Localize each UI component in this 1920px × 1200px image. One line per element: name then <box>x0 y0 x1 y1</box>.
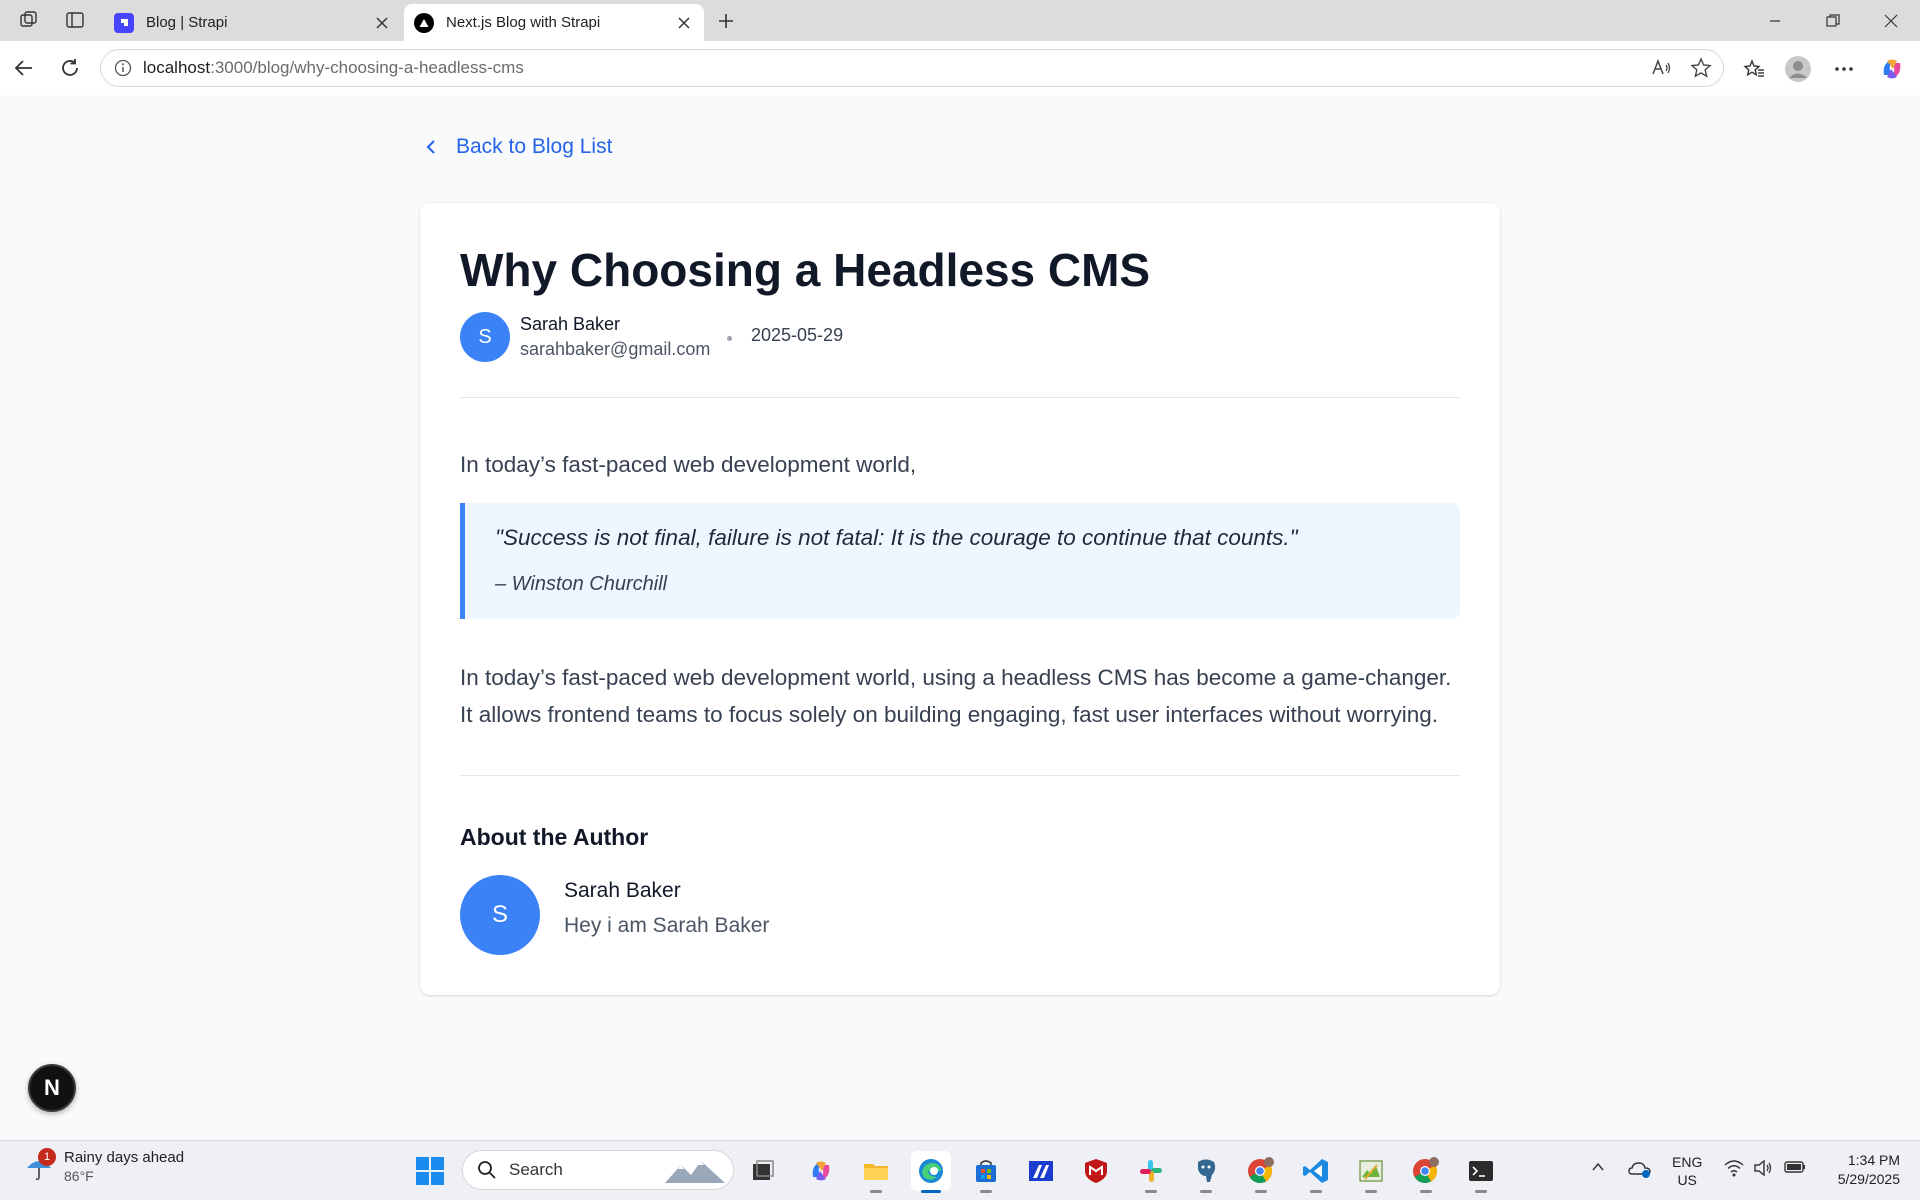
intro-paragraph: In today’s fast-paced web development wo… <box>460 452 917 477</box>
author-name: Sarah Baker <box>520 314 621 334</box>
nextjs-dev-indicator[interactable]: N <box>28 1064 76 1112</box>
quote-author: – Winston Churchill <box>495 573 668 595</box>
vertical-tabs-icon[interactable] <box>60 7 90 33</box>
volume-icon[interactable] <box>1753 1159 1773 1177</box>
app-icon-blue[interactable] <box>1021 1151 1061 1191</box>
onedrive-icon[interactable] <box>1628 1159 1652 1179</box>
body-paragraph: In today’s fast-paced web development wo… <box>460 665 1452 727</box>
favorites-icon[interactable] <box>1738 53 1770 85</box>
reload-icon[interactable] <box>54 52 86 84</box>
mcafee-icon[interactable] <box>1076 1151 1116 1191</box>
restore-button[interactable] <box>1810 0 1856 41</box>
input-language-indicator[interactable]: ENG US <box>1672 1153 1702 1189</box>
blockquote: "Success is not final, failure is not fa… <box>460 503 1460 619</box>
about-divider <box>460 775 1460 776</box>
search-icon <box>478 1161 496 1179</box>
task-view-icon[interactable] <box>743 1151 783 1191</box>
weather-temp: 86°F <box>64 1168 94 1184</box>
system-clock[interactable]: 1:34 PM 5/29/2025 <box>1820 1151 1900 1189</box>
close-window-button[interactable] <box>1868 0 1914 41</box>
about-author-avatar: S <box>460 875 540 955</box>
blog-page: Back to Blog List Why Choosing a Headles… <box>4 95 1916 1135</box>
post-date: 2025-05-29 <box>751 325 844 345</box>
back-link-label: Back to Blog List <box>456 135 613 158</box>
battery-icon[interactable] <box>1784 1159 1806 1175</box>
profile-avatar-icon[interactable] <box>1782 53 1814 85</box>
about-author-heading: About the Author <box>460 824 649 850</box>
lang-line2: US <box>1677 1172 1697 1188</box>
site-info-icon[interactable] <box>113 58 133 78</box>
workspaces-icon[interactable] <box>14 7 44 33</box>
back-to-blog-link[interactable]: Back to Blog List <box>426 135 612 159</box>
more-options-icon[interactable] <box>1828 53 1860 85</box>
nextjs-icon <box>414 12 434 33</box>
running-indicator <box>1420 1190 1432 1193</box>
mountains-icon <box>665 1161 725 1183</box>
copilot-app-icon[interactable] <box>801 1151 841 1191</box>
running-indicator <box>1365 1190 1377 1193</box>
about-author-name: Sarah Baker <box>564 879 681 902</box>
app-icon-green[interactable] <box>1351 1151 1391 1193</box>
strapi-icon <box>114 12 134 33</box>
about-author-bio: Hey i am Sarah Baker <box>564 914 770 937</box>
tab-title: Next.js Blog with Strapi <box>446 14 601 31</box>
running-indicator <box>921 1190 941 1193</box>
browser-tab-bar: Blog | Strapi Next.js Blog with Strapi <box>0 0 1920 41</box>
close-tab-icon[interactable] <box>372 13 392 33</box>
weather-widget[interactable]: 1 Rainy days ahead 86°F <box>24 1147 185 1184</box>
url-path: :3000/blog/why-choosing-a-headless-cms <box>210 58 524 77</box>
windows-start-icon[interactable] <box>414 1155 446 1187</box>
meta-divider <box>460 397 1460 398</box>
browser-toolbar: localhost:3000/blog/why-choosing-a-headl… <box>0 41 1920 95</box>
taskbar-search[interactable]: Search <box>462 1150 734 1190</box>
slack-icon[interactable] <box>1131 1151 1171 1193</box>
tab-title: Blog | Strapi <box>146 14 228 31</box>
tab-blog-strapi[interactable]: Blog | Strapi <box>104 4 402 41</box>
quote-text: "Success is not final, failure is not fa… <box>495 525 1298 550</box>
postgresql-icon[interactable] <box>1186 1151 1226 1193</box>
running-indicator <box>980 1190 992 1193</box>
url-host: localhost <box>143 58 211 77</box>
article-card: Why Choosing a Headless CMS S Sarah Bake… <box>420 203 1500 995</box>
lang-line1: ENG <box>1672 1154 1703 1170</box>
running-indicator <box>1255 1190 1267 1193</box>
chrome-icon[interactable] <box>1241 1151 1281 1193</box>
wifi-icon[interactable] <box>1724 1159 1744 1177</box>
author-email: sarahbaker@gmail.com <box>520 339 711 359</box>
chrome-profile-icon[interactable] <box>1406 1151 1446 1193</box>
new-tab-button[interactable] <box>711 6 741 36</box>
read-aloud-icon[interactable] <box>1646 53 1676 83</box>
close-tab-icon[interactable] <box>674 13 694 33</box>
running-indicator <box>1475 1190 1487 1193</box>
microsoft-store-icon[interactable] <box>966 1151 1006 1193</box>
clock-time: 1:34 PM <box>1847 1152 1900 1168</box>
running-indicator <box>1145 1190 1157 1193</box>
running-indicator <box>1200 1190 1212 1193</box>
running-indicator <box>1310 1190 1322 1193</box>
weather-badge: 1 <box>38 1147 56 1166</box>
chevron-left-icon <box>426 137 440 157</box>
meta-separator-dot <box>727 336 732 341</box>
tab-nextjs-blog[interactable]: Next.js Blog with Strapi <box>404 4 704 41</box>
post-title: Why Choosing a Headless CMS <box>460 244 1151 296</box>
edge-browser-icon[interactable] <box>911 1151 951 1193</box>
back-arrow-icon[interactable] <box>8 52 40 84</box>
clock-date: 5/29/2025 <box>1837 1171 1900 1187</box>
show-hidden-icons-chevron-icon[interactable] <box>1590 1159 1606 1175</box>
file-explorer-icon[interactable] <box>856 1151 896 1193</box>
windows-taskbar: 1 Rainy days ahead 86°F Search ENG US 1:… <box>0 1140 1920 1200</box>
terminal-icon[interactable] <box>1461 1151 1501 1193</box>
umbrella-icon: 1 <box>24 1147 56 1182</box>
favorite-star-icon[interactable] <box>1686 53 1716 83</box>
weather-title: Rainy days ahead <box>64 1149 185 1166</box>
search-label: Search <box>509 1160 563 1179</box>
author-avatar: S <box>460 312 510 362</box>
running-indicator <box>870 1190 882 1193</box>
address-bar[interactable]: localhost:3000/blog/why-choosing-a-headl… <box>100 49 1724 87</box>
vscode-icon[interactable] <box>1296 1151 1336 1193</box>
minimize-button[interactable] <box>1752 0 1798 41</box>
copilot-icon[interactable] <box>1876 53 1908 85</box>
